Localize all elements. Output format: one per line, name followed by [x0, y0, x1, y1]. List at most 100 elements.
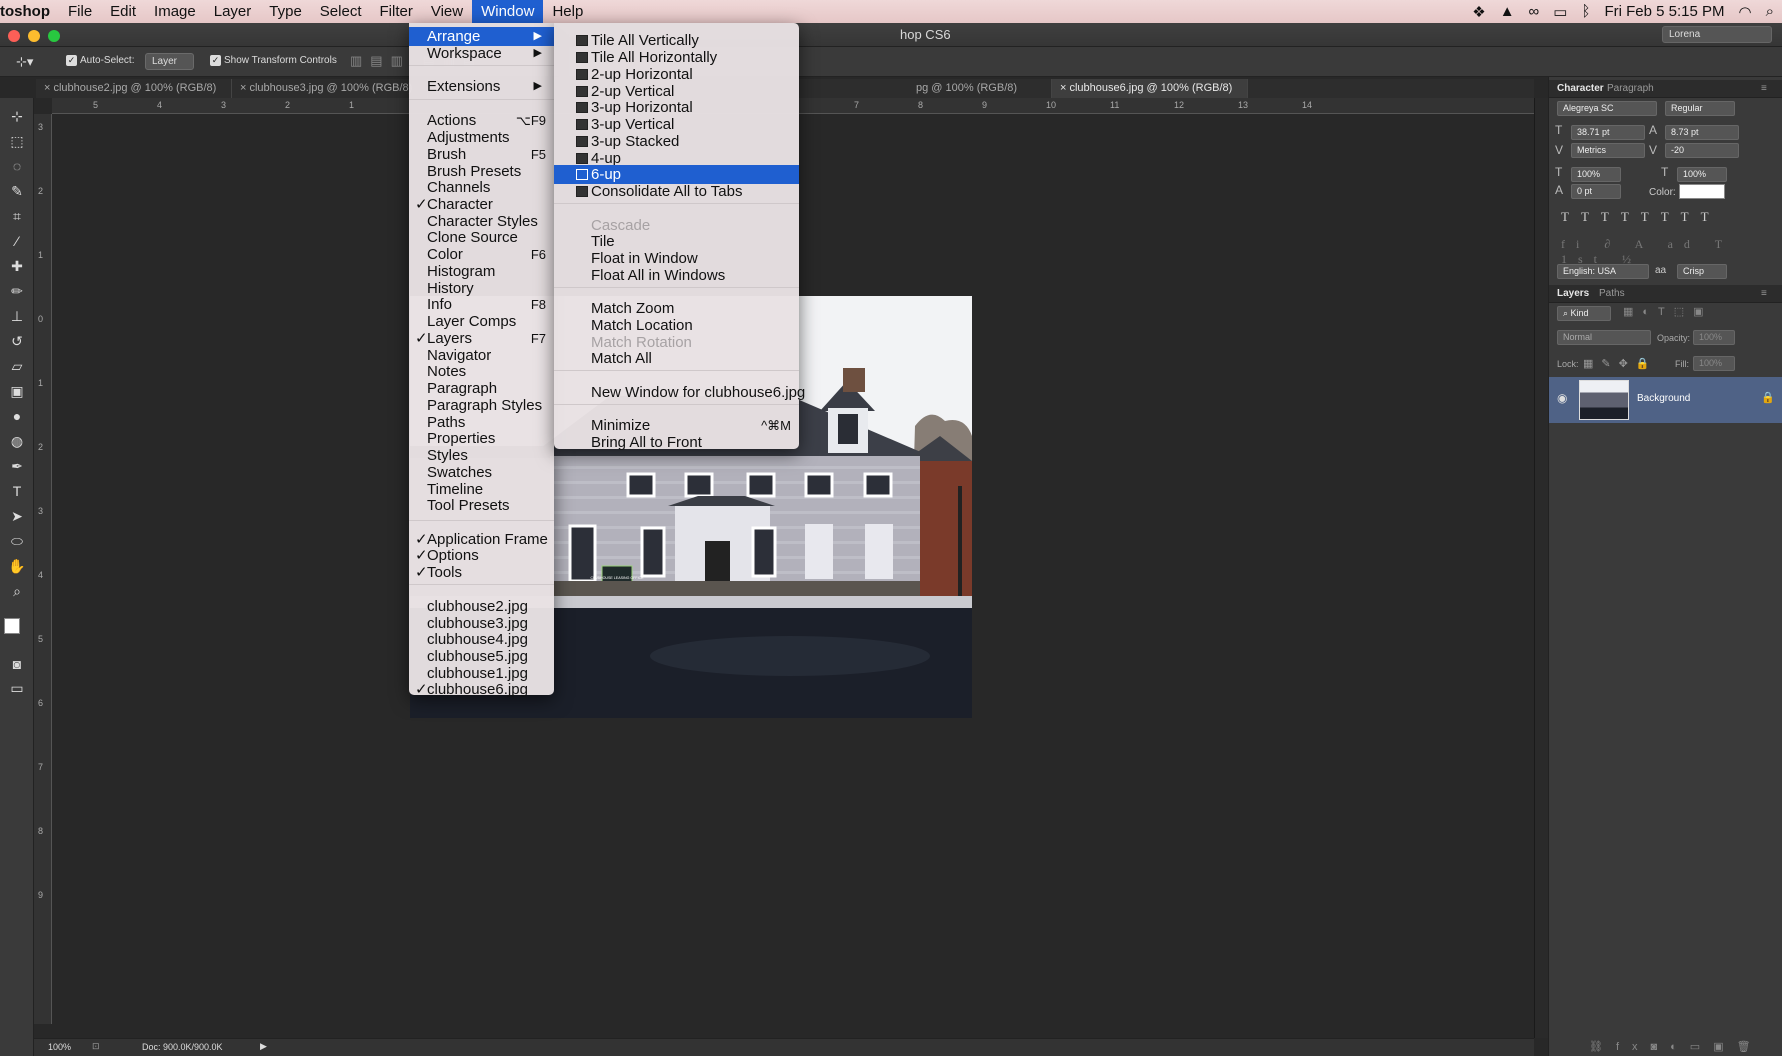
window-menu-item-clubhouse6-jpg[interactable]: ✓ clubhouse6.jpg — [409, 680, 554, 699]
move-tool-preset-icon[interactable]: ⊹▾ — [16, 54, 33, 70]
arrange-item-new-window-for-clubhouse6-jpg[interactable]: New Window for clubhouse6.jpg — [554, 383, 805, 402]
history-brush-icon[interactable]: ↺ — [6, 331, 28, 351]
visibility-eye-icon[interactable]: ◉ — [1557, 391, 1567, 405]
zoom-tool-icon[interactable]: ⌕ — [6, 581, 28, 601]
show-transform-controls-checkbox[interactable]: ✓ Show Transform Controls — [210, 55, 337, 66]
pen-tool-icon[interactable]: ✒ — [6, 456, 28, 476]
status-info-icon[interactable]: ⊡ — [92, 1041, 100, 1052]
creative-cloud-icon[interactable]: ∞ — [1529, 3, 1540, 20]
menu-filter[interactable]: Filter — [371, 0, 422, 23]
layers-footer-icons[interactable]: ⛓fx◙◐▭▣🗑 — [1589, 1040, 1764, 1053]
zoom-level[interactable]: 100% — [48, 1042, 71, 1052]
kerning-select[interactable]: Metrics — [1571, 143, 1645, 158]
faux-style-buttons[interactable]: TTTTTTTT — [1561, 209, 1721, 225]
tab-paragraph[interactable]: Paragraph — [1607, 83, 1654, 94]
quick-select-tool-icon[interactable]: ✎ — [6, 181, 28, 201]
blend-mode-select[interactable]: Normal — [1557, 330, 1651, 345]
layers-menu-icon[interactable]: ≡ — [1761, 288, 1767, 299]
brush-tool-icon[interactable]: ✏ — [6, 281, 28, 301]
tab-clubhouse3[interactable]: × clubhouse3.jpg @ 100% (RGB/8) — [232, 79, 428, 98]
auto-select-checkbox[interactable]: ✓ Auto-Select: — [66, 55, 134, 66]
font-family-select[interactable]: Alegreya SC — [1557, 101, 1657, 116]
arrange-item-consolidate-all-to-tabs[interactable]: Consolidate All to Tabs — [554, 182, 799, 201]
vertical-scale-field[interactable]: 100% — [1571, 167, 1621, 182]
arrange-item-float-all-in-windows[interactable]: Float All in Windows — [554, 266, 799, 285]
tab-character[interactable]: Character — [1557, 83, 1604, 94]
auto-select-target-select[interactable]: Layer — [145, 53, 195, 70]
menu-file[interactable]: File — [59, 0, 101, 23]
drive-icon[interactable]: ▲ — [1500, 3, 1515, 20]
lock-icons[interactable]: ▦✎✥🔒 — [1583, 357, 1658, 370]
text-color-swatch[interactable] — [1679, 184, 1725, 199]
minimize-window-button[interactable] — [28, 30, 40, 42]
horizontal-scale-field[interactable]: 100% — [1677, 167, 1727, 182]
arrange-item-match-all[interactable]: Match All — [554, 349, 799, 368]
hand-tool-icon[interactable]: ✋ — [6, 556, 28, 576]
app-menu[interactable]: toshop — [0, 0, 59, 23]
menu-item-label: Match All — [591, 350, 652, 367]
crop-tool-icon[interactable]: ⌗ — [6, 206, 28, 226]
menu-edit[interactable]: Edit — [101, 0, 145, 23]
quick-mask-icon[interactable]: ◙ — [6, 654, 28, 674]
type-tool-icon[interactable]: T — [6, 481, 28, 501]
menu-image[interactable]: Image — [145, 0, 205, 23]
menu-help[interactable]: Help — [543, 0, 592, 23]
menu-select[interactable]: Select — [311, 0, 371, 23]
clock[interactable]: Fri Feb 5 5:15 PM — [1604, 3, 1724, 20]
canvas-scrollbar[interactable] — [1534, 98, 1548, 1038]
layer-filter-icons[interactable]: ▦◐T⬚▣ — [1623, 305, 1713, 318]
tab-paths[interactable]: Paths — [1599, 288, 1625, 299]
layer-name[interactable]: Background — [1637, 393, 1690, 404]
menu-type[interactable]: Type — [260, 0, 311, 23]
window-menu-item-extensions[interactable]: Extensions ▶ — [409, 77, 554, 96]
path-select-tool-icon[interactable]: ➤ — [6, 506, 28, 526]
tab-layers[interactable]: Layers — [1557, 288, 1589, 299]
workspace-select[interactable]: Lorena — [1662, 26, 1772, 43]
opentype-buttons[interactable]: fi ∂ A ad T 1st ½ — [1561, 237, 1782, 267]
baseline-shift-field[interactable]: 0 pt — [1571, 184, 1621, 199]
menu-view[interactable]: View — [422, 0, 472, 23]
gradient-tool-icon[interactable]: ▣ — [6, 381, 28, 401]
panel-menu-icon[interactable]: ≡ — [1761, 83, 1767, 94]
font-style-select[interactable]: Regular — [1665, 101, 1735, 116]
layer-row[interactable]: ◉ Background 🔒 — [1549, 377, 1782, 423]
menu-window[interactable]: Window — [472, 0, 544, 23]
wifi-icon[interactable]: ◠ — [1739, 3, 1752, 21]
language-select[interactable]: English: USA — [1557, 264, 1649, 279]
dodge-tool-icon[interactable]: ◍ — [6, 431, 28, 451]
blur-tool-icon[interactable]: ● — [6, 406, 28, 426]
tab-clubhouse5[interactable]: pg @ 100% (RGB/8) — [908, 79, 1052, 98]
lasso-tool-icon[interactable]: ◌ — [6, 156, 28, 176]
tab-clubhouse2[interactable]: × clubhouse2.jpg @ 100% (RGB/8) — [36, 79, 232, 98]
dropbox-icon[interactable]: ❖ — [1472, 3, 1485, 21]
menu-layer[interactable]: Layer — [205, 0, 261, 23]
tab-clubhouse6[interactable]: × clubhouse6.jpg @ 100% (RGB/8) — [1052, 79, 1248, 98]
window-menu-item-tool-presets[interactable]: Tool Presets — [409, 496, 554, 515]
font-size-field[interactable]: 38.71 pt — [1571, 125, 1645, 140]
opacity-field[interactable]: 100% — [1693, 330, 1735, 345]
eyedropper-tool-icon[interactable]: ⁄ — [6, 231, 28, 251]
foreground-color-swatch[interactable] — [4, 618, 20, 634]
leading-field[interactable]: 8.73 pt — [1665, 125, 1739, 140]
fill-field[interactable]: 100% — [1693, 356, 1735, 371]
zoom-window-button[interactable] — [48, 30, 60, 42]
airplay-icon[interactable]: ▭ — [1553, 3, 1567, 21]
close-window-button[interactable] — [8, 30, 20, 42]
stamp-tool-icon[interactable]: ⊥ — [6, 306, 28, 326]
eraser-tool-icon[interactable]: ▱ — [6, 356, 28, 376]
antialias-select[interactable]: Crisp — [1677, 264, 1727, 279]
bluetooth-icon[interactable]: ᛒ — [1581, 3, 1590, 20]
ruler-label: 8 — [38, 826, 44, 836]
arrange-item-bring-all-to-front[interactable]: Bring All to Front — [554, 433, 799, 452]
spotlight-icon[interactable]: ⌕ — [1766, 3, 1774, 20]
window-menu-item-workspace[interactable]: Workspace ▶ — [409, 44, 554, 63]
screen-mode-icon[interactable]: ▭ — [6, 678, 28, 698]
marquee-tool-icon[interactable]: ⬚ — [6, 131, 28, 151]
status-menu-arrow-icon[interactable]: ▶ — [260, 1041, 267, 1052]
healing-tool-icon[interactable]: ✚ — [6, 256, 28, 276]
shape-tool-icon[interactable]: ⬭ — [6, 531, 28, 551]
tracking-select[interactable]: -20 — [1665, 143, 1739, 158]
move-tool-icon[interactable]: ⊹ — [6, 106, 28, 126]
window-menu-item-tools[interactable]: ✓ Tools — [409, 563, 554, 582]
layer-filter-select[interactable]: ⌕ Kind — [1557, 306, 1611, 321]
